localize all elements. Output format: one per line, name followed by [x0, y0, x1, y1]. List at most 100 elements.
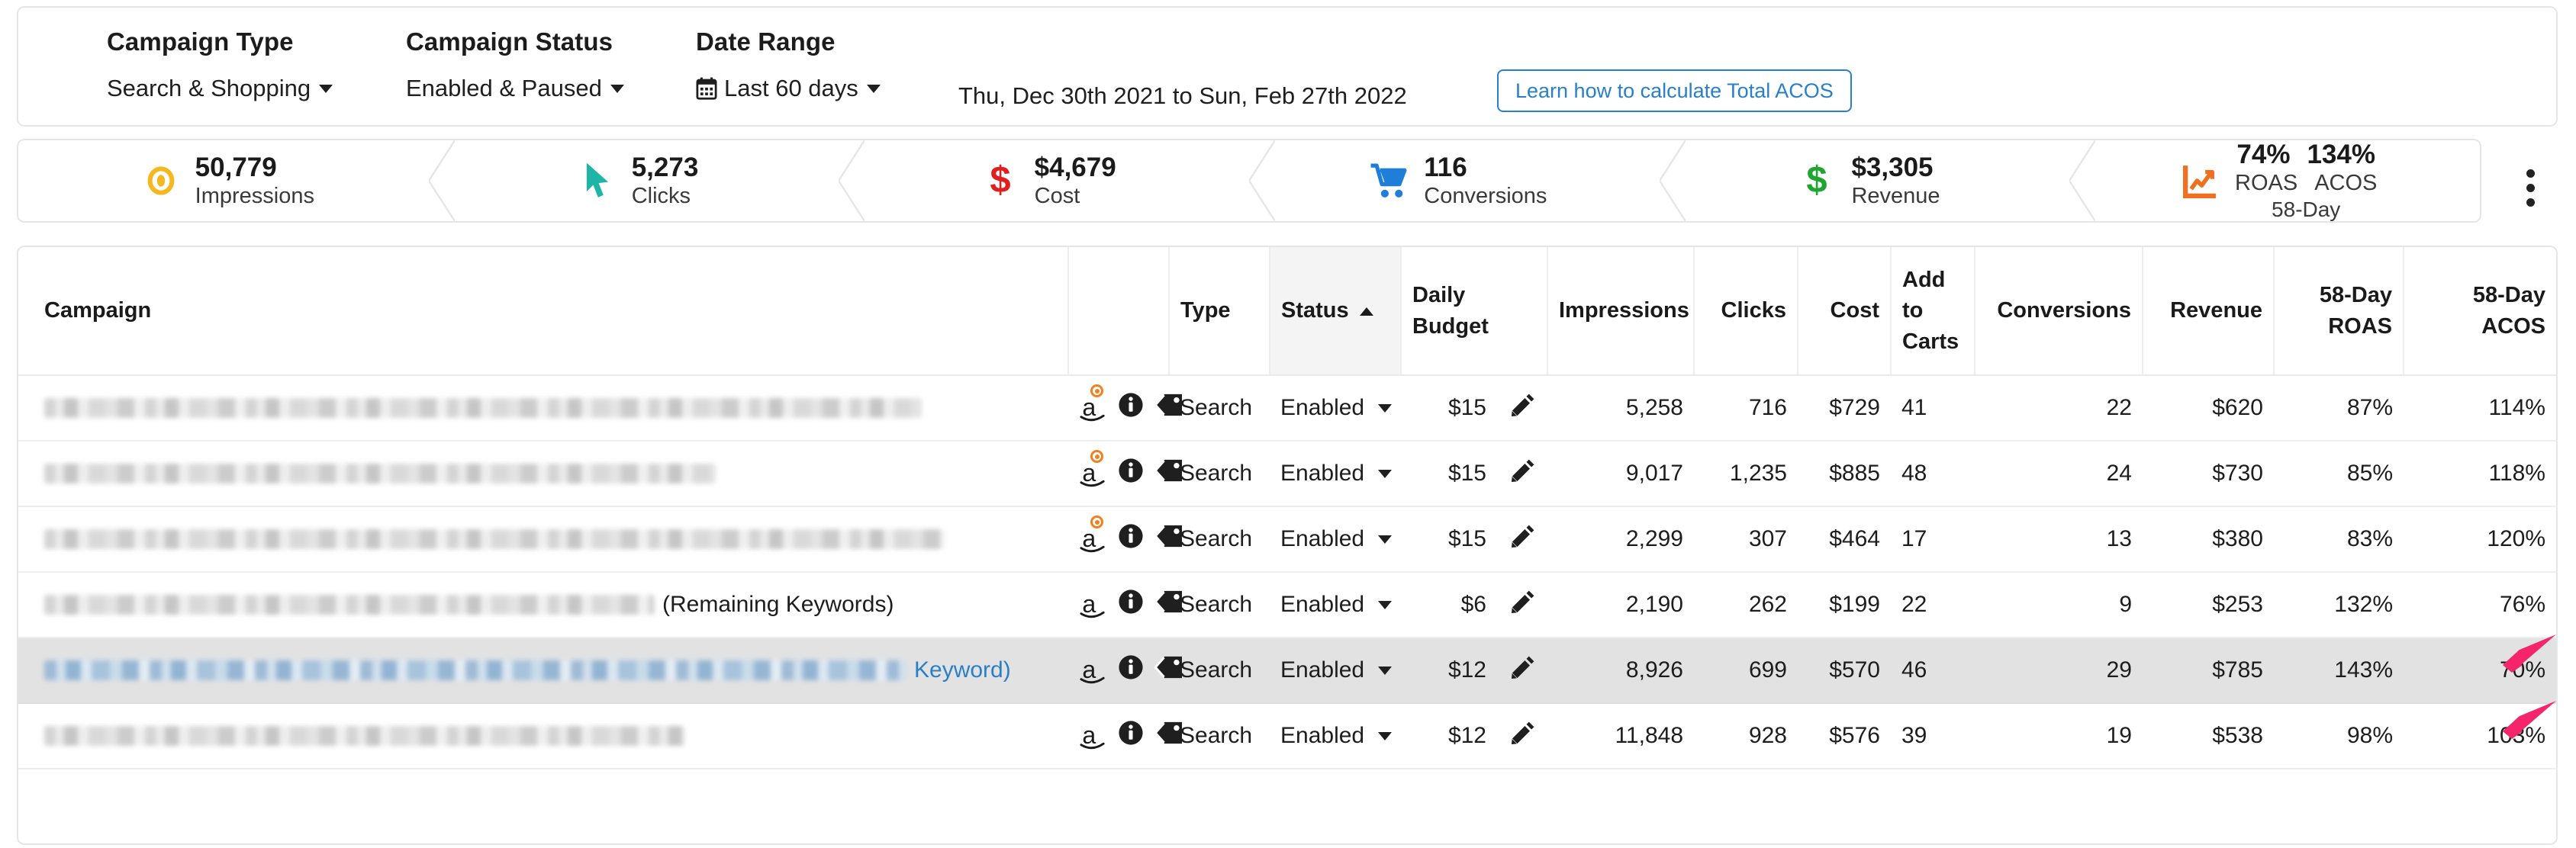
kpi-roas-acos[interactable]: 74% 134% ROAS ACOS 58-Day [2069, 140, 2480, 221]
kebab-menu-button[interactable] [2515, 166, 2545, 209]
chevron-down-icon[interactable] [1378, 666, 1393, 675]
learn-total-acos-button[interactable]: Learn how to calculate Total ACOS [1497, 69, 1852, 112]
cell-status[interactable]: Enabled [1270, 506, 1401, 573]
edit-pencil-icon[interactable] [1509, 588, 1537, 622]
date-range-dropdown[interactable]: Last 60 days [696, 75, 881, 102]
cell-clicks: 716 [1694, 375, 1798, 442]
cell-roas: 85% [2274, 441, 2404, 507]
edit-pencil-icon[interactable] [1509, 719, 1537, 753]
kpi-revenue[interactable]: $ $3,305 Revenue [1659, 140, 2070, 221]
cell-status[interactable]: Enabled [1270, 572, 1401, 638]
campaign-status-dropdown[interactable]: Enabled & Paused [406, 75, 624, 102]
campaign-name-redacted [44, 464, 716, 483]
cell-impressions: 2,299 [1547, 506, 1694, 573]
info-icon[interactable] [1118, 654, 1144, 686]
col-header-conversions[interactable]: Conversions [1974, 247, 2143, 376]
col-header-daily-budget[interactable]: Daily Budget [1400, 247, 1547, 376]
col-header-clicks[interactable]: Clicks [1693, 247, 1798, 376]
svg-text:a: a [1082, 721, 1096, 749]
cell-campaign-name[interactable] [18, 375, 1068, 442]
edit-pencil-icon[interactable] [1509, 391, 1537, 425]
table-row[interactable]: a Search Enabled $12 11,848 928 $576 39 19 $538 98… [18, 703, 2556, 769]
cell-type: Search [1169, 638, 1270, 704]
col-header-campaign[interactable]: Campaign [18, 247, 1068, 376]
cell-conversions: 22 [1975, 375, 2143, 442]
kpi-value: $4,679 [1034, 152, 1116, 182]
cell-clicks: 928 [1694, 703, 1798, 769]
info-icon[interactable] [1118, 720, 1144, 752]
col-header-cost[interactable]: Cost [1797, 247, 1891, 376]
campaign-name-suffix: (Remaining Keywords) [662, 592, 894, 617]
table-row[interactable]: (Remaining Keywords) a Search Enabled $6 2,19… [18, 572, 2556, 638]
col-header-roas[interactable]: 58-Day ROAS [2273, 247, 2404, 376]
table-row[interactable]: Keyword) a Search Enabled $12 8,926 699 $570 46 2… [18, 638, 2556, 704]
cell-add-to-carts: 39 [1891, 703, 1975, 769]
col-header-type[interactable]: Type [1168, 247, 1270, 376]
cell-daily-budget[interactable]: $15 [1401, 506, 1547, 573]
cell-status[interactable]: Enabled [1270, 638, 1401, 704]
info-icon[interactable] [1118, 458, 1144, 490]
cart-icon [1369, 160, 1410, 201]
cell-campaign-name[interactable]: (Remaining Keywords) [18, 572, 1068, 638]
kpi-conversions[interactable]: 116 Conversions [1249, 140, 1660, 221]
chevron-down-icon[interactable] [1378, 535, 1393, 544]
cell-daily-budget[interactable]: $15 [1401, 375, 1547, 442]
edit-pencil-icon[interactable] [1509, 457, 1537, 490]
campaign-type-dropdown[interactable]: Search & Shopping [107, 75, 333, 102]
chevron-down-icon[interactable] [1378, 731, 1393, 740]
kpi-cost[interactable]: $ $4,679 Cost [839, 140, 1249, 221]
chevron-down-icon[interactable] [1378, 600, 1393, 609]
chevron-down-icon[interactable] [1378, 403, 1393, 413]
col-header-add-to-carts[interactable]: Add to Carts [1890, 247, 1975, 376]
col-header-status-label: Status [1281, 298, 1349, 323]
campaign-name-redacted [44, 529, 945, 549]
svg-text:a: a [1082, 656, 1096, 683]
cell-campaign-name[interactable]: Keyword) [18, 638, 1068, 704]
date-range-value: Last 60 days [724, 75, 858, 101]
cell-daily-budget[interactable]: $12 [1401, 703, 1547, 769]
cell-roas: 87% [2274, 375, 2404, 442]
cell-campaign-name[interactable] [18, 441, 1068, 507]
campaigns-table-card: Campaign Type Status Daily Budget Impres… [17, 246, 2558, 845]
table-row[interactable]: a Search Enabled $15 2,299 307 $464 17 13 $380 83%… [18, 506, 2556, 573]
status-value: Enabled [1280, 723, 1365, 748]
amazon-logo-icon: a [1079, 384, 1108, 422]
calendar-icon [696, 77, 717, 100]
cell-roas: 143% [2274, 638, 2404, 704]
cell-add-to-carts: 41 [1891, 375, 1975, 442]
info-icon[interactable] [1118, 392, 1144, 424]
cell-revenue: $785 [2143, 638, 2274, 704]
roas-acos-period: 58-Day [2272, 198, 2341, 222]
table-row[interactable]: a Search Enabled $15 9,017 1,235 $885 48 24 $730 8… [18, 441, 2556, 507]
cell-status[interactable]: Enabled [1270, 441, 1401, 507]
campaigns-table: Campaign Type Status Daily Budget Impres… [18, 247, 2556, 769]
info-icon[interactable] [1118, 589, 1144, 621]
cell-daily-budget[interactable]: $6 [1401, 572, 1547, 638]
cell-daily-budget[interactable]: $12 [1401, 638, 1547, 704]
kpi-clicks[interactable]: 5,273 Clicks [428, 140, 839, 221]
cell-clicks: 699 [1694, 638, 1798, 704]
cell-daily-budget[interactable]: $15 [1401, 441, 1547, 507]
col-header-status[interactable]: Status [1269, 247, 1401, 376]
cell-campaign-icons: a [1068, 638, 1182, 704]
cell-campaign-icons: a [1068, 572, 1182, 638]
acos-label: ACOS [2314, 170, 2378, 195]
cell-status[interactable]: Enabled [1270, 375, 1401, 442]
table-row[interactable]: a Search Enabled $15 5,258 716 $729 41 22 $620 87%… [18, 375, 2556, 442]
kpi-value: 50,779 [195, 152, 277, 182]
cell-revenue: $253 [2143, 572, 2274, 638]
kpi-label: Impressions [195, 183, 314, 208]
cell-campaign-name[interactable] [18, 506, 1068, 573]
col-header-acos[interactable]: 58-Day ACOS [2403, 247, 2556, 376]
cell-campaign-name[interactable] [18, 703, 1068, 769]
col-header-impressions[interactable]: Impressions [1547, 247, 1694, 376]
edit-pencil-icon[interactable] [1509, 654, 1537, 687]
chevron-down-icon[interactable] [1378, 469, 1393, 478]
kpi-summary-bar: 50,779 Impressions 5,273 Clicks $ $4,679… [17, 139, 2481, 223]
cell-status[interactable]: Enabled [1270, 703, 1401, 769]
cell-clicks: 307 [1694, 506, 1798, 573]
info-icon[interactable] [1118, 523, 1144, 555]
edit-pencil-icon[interactable] [1509, 522, 1537, 556]
col-header-revenue[interactable]: Revenue [2142, 247, 2274, 376]
kpi-impressions[interactable]: 50,779 Impressions [18, 140, 429, 221]
